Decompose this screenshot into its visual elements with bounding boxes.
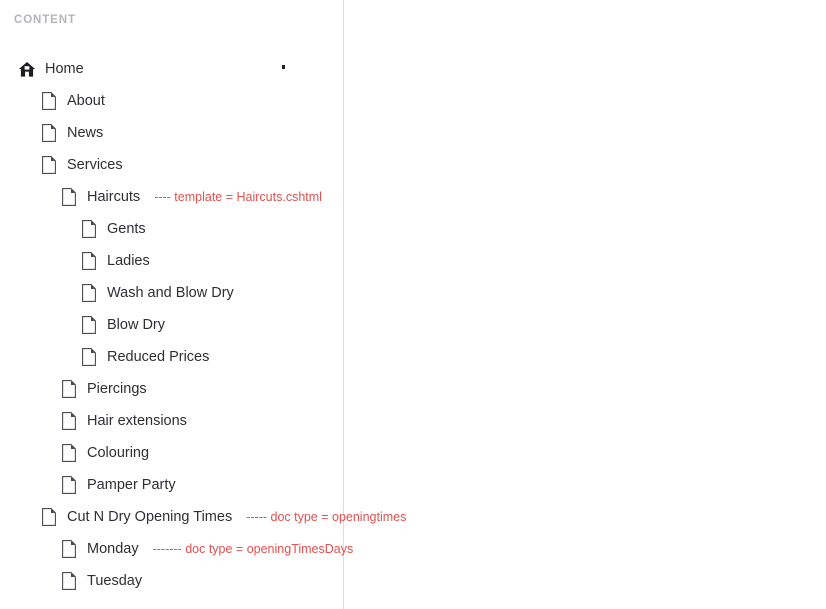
tree-item-label: Piercings [87,381,147,397]
tree-item-tuesday[interactable]: Tuesday [0,565,826,597]
document-icon [40,155,58,175]
tree-item-annotation: ---- template = Haircuts.cshtml [154,190,322,204]
tree-item-label: Wash and Blow Dry [107,285,234,301]
tree-item-label: Reduced Prices [107,349,210,365]
tree-item-cut-n-dry-opening-times[interactable]: Cut N Dry Opening Times ----- doc type = … [0,501,826,533]
document-icon [40,123,58,143]
tree-item-blow-dry[interactable]: Blow Dry [0,309,826,341]
tree-item-haircuts[interactable]: Haircuts ---- template = Haircuts.cshtml [0,181,826,213]
tree-item-label: Pamper Party [87,477,176,493]
tree-item-gents[interactable]: Gents [0,213,826,245]
document-icon [60,379,78,399]
tree-item-label: Hair extensions [87,413,187,429]
tree-item-monday[interactable]: Monday ------- doc type = openingTimesDay… [0,533,826,565]
document-icon [80,347,98,367]
document-icon [80,283,98,303]
tree-item-news[interactable]: News [0,117,826,149]
document-icon [40,91,58,111]
tree-item-label: Colouring [87,445,150,461]
tree-item-reduced-prices[interactable]: Reduced Prices [0,341,826,373]
home-icon [18,59,36,79]
tree-item-wash-and-blow-dry[interactable]: Wash and Blow Dry [0,277,826,309]
tree-item-ladies[interactable]: Ladies [0,245,826,277]
document-icon [60,475,78,495]
document-icon [60,443,78,463]
tree-item-services[interactable]: Services [0,149,826,181]
document-icon [60,571,78,591]
content-section-header: CONTENT [14,14,76,26]
document-icon [80,251,98,271]
document-icon [60,187,78,207]
tree-item-label: Monday [87,541,139,557]
tree-item-hair-extensions[interactable]: Hair extensions [0,405,826,437]
document-icon [40,507,58,527]
tree-item-label: Cut N Dry Opening Times [67,509,233,525]
tree-item-label: Haircuts [87,189,141,205]
tree-item-annotation: ------- doc type = openingTimesDays [152,542,354,556]
tree-item-label: Gents [107,221,146,237]
tree-item-pamper-party[interactable]: Pamper Party [0,469,826,501]
document-icon [60,411,78,431]
tree-item-label: About [67,93,105,109]
tree-item-label: News [67,125,104,141]
tree-item-label: Ladies [107,253,150,269]
tree-item-about[interactable]: About [0,85,826,117]
document-icon [80,219,98,239]
tree-item-label: Services [67,157,123,173]
document-icon [80,315,98,335]
tree-item-annotation: ----- doc type = openingtimes [246,510,407,524]
document-icon [60,539,78,559]
content-tree: Home About News Services Haircuts ---- templa… [0,53,826,597]
tree-item-label: Tuesday [87,573,143,589]
tree-item-piercings[interactable]: Piercings [0,373,826,405]
tree-item-colouring[interactable]: Colouring [0,437,826,469]
tree-item-label: Blow Dry [107,317,166,333]
stray-dot-marker [282,65,285,69]
tree-item-home[interactable]: Home [0,53,826,85]
tree-item-label: Home [45,61,84,77]
